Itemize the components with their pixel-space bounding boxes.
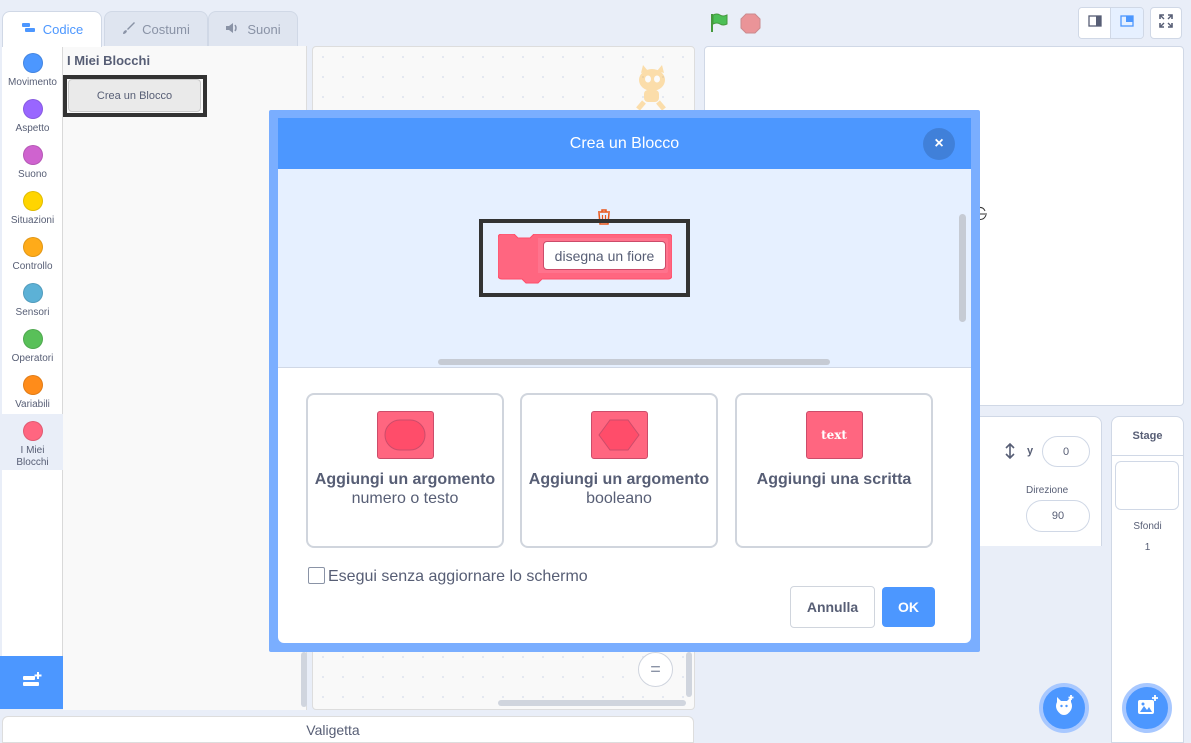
category-movimento[interactable]: Movimento: [2, 46, 63, 92]
script-area-vscrollbar[interactable]: [686, 652, 692, 697]
tab-costumes[interactable]: Costumi: [104, 11, 208, 46]
category-i-miei-blocchi[interactable]: I Miei Blocchi: [2, 414, 63, 470]
modal-title: Crea un Blocco: [278, 118, 971, 169]
category-label: Movimento: [8, 77, 57, 88]
category-dot-icon: [22, 283, 43, 303]
category-dot-icon: [22, 237, 43, 257]
category-label: Situazioni: [10, 215, 55, 226]
text-label-icon: text: [805, 411, 863, 459]
stage-size-toggle: [1078, 7, 1144, 39]
run-without-refresh-label: Esegui senza aggiornare lo schermo: [328, 568, 588, 585]
y-arrow-icon: [1004, 442, 1016, 465]
stage-thumbnail[interactable]: [1115, 461, 1179, 510]
stage-panel-title: Stage: [1111, 416, 1184, 456]
brush-icon: [122, 21, 136, 38]
backdrops-count: 1: [1144, 542, 1151, 553]
option-subtitle: booleano: [586, 490, 652, 507]
add-number-text-input-button[interactable]: Aggiungi un argomento numero o testo: [306, 393, 504, 548]
category-controllo[interactable]: Controllo: [2, 230, 63, 276]
close-icon[interactable]: ×: [923, 128, 955, 160]
category-dot-icon: [22, 375, 43, 395]
make-block-button[interactable]: Crea un Blocco: [68, 79, 201, 112]
run-without-refresh-checkbox[interactable]: [308, 567, 325, 584]
sprite-cat-icon: [630, 64, 676, 112]
backdrops-label: Sfondi: [1133, 521, 1162, 532]
category-sensori[interactable]: Sensori: [2, 276, 63, 322]
fullscreen-icon: [1159, 13, 1173, 33]
hexagon-input-icon: [590, 411, 648, 459]
normal-stage-button[interactable]: [1111, 8, 1143, 38]
option-subtitle: numero o testo: [351, 490, 459, 507]
add-boolean-input-button[interactable]: Aggiungi un argomento booleano: [520, 393, 718, 548]
green-flag-icon[interactable]: [708, 12, 730, 34]
category-label: Controllo: [12, 261, 53, 272]
category-label: Sensori: [15, 307, 50, 318]
fullscreen-button[interactable]: [1150, 7, 1182, 39]
category-dot-icon: [22, 145, 43, 165]
option-title: Aggiungi un argomento: [528, 471, 710, 488]
preview-hscrollbar[interactable]: [438, 359, 830, 365]
add-extension-icon: [21, 670, 43, 695]
category-dot-icon: [22, 329, 43, 349]
speaker-icon: [225, 22, 241, 37]
small-stage-icon: [1087, 14, 1102, 32]
direction-input[interactable]: 90: [1026, 500, 1090, 532]
category-situazioni[interactable]: Situazioni: [2, 184, 63, 230]
y-input[interactable]: 0: [1042, 436, 1090, 467]
category-label: I Miei Blocchi: [16, 445, 49, 468]
choose-backdrop-button[interactable]: [1122, 683, 1172, 733]
palette-section-title: I Miei Blocchi: [67, 53, 151, 68]
cancel-button[interactable]: Annulla: [790, 586, 875, 628]
option-title: Aggiungi una scritta: [756, 471, 912, 488]
category-variabili[interactable]: Variabili: [2, 368, 63, 414]
y-label: y: [1027, 445, 1034, 457]
category-label: Variabili: [15, 399, 50, 410]
tab-code[interactable]: Codice: [2, 11, 102, 47]
script-area-hscrollbar[interactable]: [498, 700, 686, 706]
normal-stage-icon: [1120, 14, 1134, 32]
category-dot-icon: [22, 421, 43, 441]
cat-add-icon: [1052, 694, 1076, 723]
zoom-reset-button[interactable]: =: [638, 652, 673, 687]
palette-scrollbar[interactable]: [301, 652, 307, 707]
category-label: Operatori: [11, 353, 54, 364]
direction-label: Direzione: [1026, 485, 1069, 496]
tab-code-label: Codice: [42, 22, 84, 37]
ok-button[interactable]: OK: [882, 587, 935, 627]
category-suono[interactable]: Suono: [2, 138, 63, 184]
text-chip: text: [821, 428, 847, 442]
small-stage-button[interactable]: [1079, 8, 1111, 38]
category-dot-icon: [22, 53, 43, 73]
code-icon: [21, 22, 37, 37]
backdrop-add-icon: [1135, 694, 1159, 723]
preview-vscrollbar[interactable]: [959, 214, 966, 322]
oval-input-icon: [376, 411, 434, 459]
tab-costumes-label: Costumi: [142, 21, 190, 37]
tab-sounds-label: Suoni: [247, 21, 281, 37]
option-title: Aggiungi un argomento: [314, 471, 496, 488]
category-dot-icon: [22, 191, 43, 211]
stop-icon[interactable]: [740, 13, 761, 34]
category-operatori[interactable]: Operatori: [2, 322, 63, 368]
tab-sounds[interactable]: Suoni: [208, 11, 298, 46]
add-extension-button[interactable]: [0, 656, 63, 709]
category-aspetto[interactable]: Aspetto: [2, 92, 63, 138]
category-label: Suono: [18, 169, 47, 180]
category-label: Aspetto: [15, 123, 50, 134]
choose-sprite-button[interactable]: [1039, 683, 1089, 733]
category-menu: Movimento Aspetto Suono Situazioni Controllo…: [2, 46, 63, 656]
backpack-header[interactable]: Valigetta: [2, 716, 694, 743]
category-dot-icon: [22, 99, 43, 119]
add-label-button[interactable]: text Aggiungi una scritta: [735, 393, 933, 548]
block-name-input[interactable]: disegna un fiore: [543, 241, 666, 270]
